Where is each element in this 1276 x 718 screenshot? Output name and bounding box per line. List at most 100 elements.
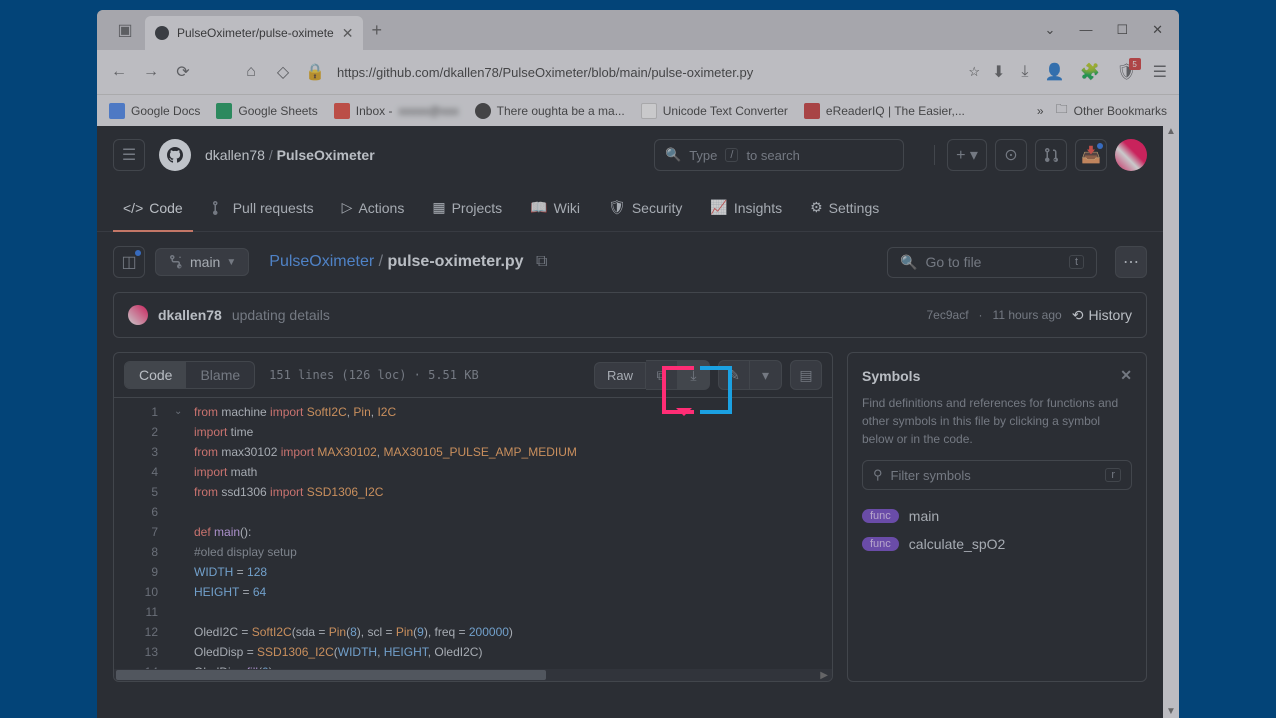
more-options-button[interactable]: ⋯	[1115, 246, 1147, 278]
github-logo-icon[interactable]	[159, 139, 191, 171]
downloads-icon[interactable]: ⤓	[1021, 63, 1028, 81]
line-number[interactable]: 11	[114, 602, 158, 622]
tab-pull-requests[interactable]: Pull requests	[201, 184, 324, 232]
other-bookmarks-button[interactable]: 🗀 Other Bookmarks	[1056, 100, 1167, 121]
line-number[interactable]: 5	[114, 482, 158, 502]
file-tree-toggle-button[interactable]: ◫	[113, 246, 145, 278]
tab-close-icon[interactable]: ✕	[342, 25, 354, 42]
scroll-up-arrow-icon[interactable]: ▲	[1165, 126, 1177, 138]
tab-settings[interactable]: ⚙Settings	[800, 184, 889, 232]
reload-button[interactable]: ⟳	[173, 62, 193, 82]
line-number[interactable]: 13	[114, 642, 158, 662]
go-to-file-input[interactable]: 🔍 Go to file t	[887, 247, 1097, 278]
back-button[interactable]: ←	[109, 62, 129, 82]
url-field[interactable]: https://github.com/dkallen78/PulseOximet…	[337, 65, 960, 80]
vertical-scrollbar[interactable]: ▲ ▼	[1163, 126, 1179, 718]
code-line[interactable]: OledDisp = SSD1306_I2C(WIDTH, HEIGHT, Ol…	[194, 642, 832, 662]
code-line[interactable]: import time	[194, 422, 832, 442]
copy-button[interactable]: ⧉	[646, 360, 678, 390]
tab-code[interactable]: </>Code	[113, 184, 193, 232]
browser-tab[interactable]: PulseOximeter/pulse-oximete ✕	[145, 16, 363, 50]
line-number[interactable]: 1	[114, 402, 158, 422]
raw-button[interactable]: Raw	[594, 362, 646, 389]
chevron-down-icon[interactable]: ⌄	[1045, 22, 1056, 38]
code-line[interactable]: from ssd1306 import SSD1306_I2C	[194, 482, 832, 502]
code-line[interactable]: from machine import SoftI2C, Pin, I2C	[194, 402, 832, 422]
symbols-filter-input[interactable]: ⚲ Filter symbols r	[862, 460, 1132, 490]
scroll-thumb[interactable]	[116, 670, 546, 680]
pocket-icon[interactable]: ⬇	[992, 62, 1005, 82]
bookmark-item[interactable]: Unicode Text Converter	[641, 103, 788, 119]
commit-author[interactable]: dkallen78	[158, 307, 222, 323]
code-line[interactable]: OledI2C = SoftI2C(sda = Pin(8), scl = Pi…	[194, 622, 832, 642]
forward-button[interactable]: →	[141, 62, 161, 82]
user-avatar[interactable]	[1115, 139, 1147, 171]
code-line[interactable]: import math	[194, 462, 832, 482]
account-icon[interactable]: 👤	[1045, 62, 1065, 82]
scroll-right-arrow-icon[interactable]: ▶	[816, 670, 832, 681]
commit-sha[interactable]: 7ec9acf	[927, 308, 969, 322]
owner-link[interactable]: dkallen78	[205, 147, 265, 163]
home-button[interactable]: ⌂	[241, 62, 261, 82]
edit-button[interactable]: ✎	[718, 360, 750, 390]
bookmark-item[interactable]: Google Docs	[109, 103, 200, 119]
line-number[interactable]: 10	[114, 582, 158, 602]
tab-wiki[interactable]: 📖Wiki	[520, 184, 590, 232]
tab-insights[interactable]: 📈Insights	[700, 184, 792, 232]
symbol-item[interactable]: funcmain	[862, 502, 1132, 530]
line-number[interactable]: 9	[114, 562, 158, 582]
code-line[interactable]	[194, 502, 832, 522]
latest-commit-bar[interactable]: dkallen78 updating details 7ec9acf · 11 …	[113, 292, 1147, 338]
symbol-item[interactable]: funccalculate_spO2	[862, 530, 1132, 558]
bookmark-item[interactable]: eReaderIQ | The Easier,...	[804, 103, 965, 119]
code-line[interactable]	[194, 602, 832, 622]
line-number[interactable]: 8	[114, 542, 158, 562]
code-line[interactable]: HEIGHT = 64	[194, 582, 832, 602]
new-tab-button[interactable]: +	[371, 20, 382, 41]
tab-projects[interactable]: ▦Projects	[422, 184, 512, 232]
issues-icon-button[interactable]: ⊙	[995, 139, 1027, 171]
code-line[interactable]: WIDTH = 128	[194, 562, 832, 582]
global-search-input[interactable]: 🔍 Type / to search	[654, 139, 904, 171]
download-button[interactable]: ⤓	[678, 360, 710, 390]
horizontal-scrollbar[interactable]: ▶	[114, 669, 832, 681]
tab-security[interactable]: 🛡Security	[598, 184, 692, 232]
bookmarks-overflow-icon[interactable]: »	[1037, 104, 1044, 118]
code-tab-button[interactable]: Code	[125, 362, 186, 388]
copy-path-icon[interactable]: ⧉	[536, 253, 547, 270]
repo-link[interactable]: PulseOximeter	[277, 147, 375, 163]
commit-message[interactable]: updating details	[232, 307, 330, 323]
line-number[interactable]: 6	[114, 502, 158, 522]
tab-actions[interactable]: ▷Actions	[332, 184, 415, 232]
code-line[interactable]: def main():	[194, 522, 832, 542]
hamburger-menu-button[interactable]: ☰	[113, 139, 145, 171]
sidebar-toggle-icon[interactable]: ▣	[113, 18, 137, 42]
close-window-icon[interactable]: ✕	[1152, 22, 1163, 38]
line-number[interactable]: 7	[114, 522, 158, 542]
inbox-icon-button[interactable]: 📥	[1075, 139, 1107, 171]
line-number[interactable]: 3	[114, 442, 158, 462]
line-number[interactable]: 12	[114, 622, 158, 642]
blame-tab-button[interactable]: Blame	[186, 362, 254, 388]
extensions-icon[interactable]: 🧩	[1080, 62, 1100, 82]
bookmark-item[interactable]: Inbox -xxxxx@xxx	[334, 103, 459, 119]
close-symbols-icon[interactable]: ✕	[1120, 367, 1132, 384]
scroll-down-arrow-icon[interactable]: ▼	[1165, 706, 1177, 718]
ublock-icon[interactable]: 🛡	[1116, 62, 1136, 82]
bookmark-item[interactable]: There oughta be a ma...	[475, 103, 625, 119]
shield-icon[interactable]: ◇	[273, 62, 293, 82]
path-repo-link[interactable]: PulseOximeter	[269, 253, 374, 270]
add-dropdown-button[interactable]: + ▾	[947, 139, 987, 171]
bookmark-item[interactable]: Google Sheets	[216, 103, 317, 119]
history-button[interactable]: ⟲History	[1072, 307, 1132, 324]
line-number[interactable]: 4	[114, 462, 158, 482]
pull-requests-icon-button[interactable]	[1035, 139, 1067, 171]
minimize-icon[interactable]: —	[1079, 22, 1092, 38]
branch-selector-button[interactable]: main ▼	[155, 248, 249, 276]
edit-dropdown-button[interactable]: ▾	[750, 360, 782, 390]
line-number[interactable]: 2	[114, 422, 158, 442]
maximize-icon[interactable]: ☐	[1116, 22, 1128, 38]
menu-icon[interactable]: ☰	[1153, 62, 1167, 82]
code-line[interactable]: #oled display setup	[194, 542, 832, 562]
code-line[interactable]: from max30102 import MAX30102, MAX30105_…	[194, 442, 832, 462]
